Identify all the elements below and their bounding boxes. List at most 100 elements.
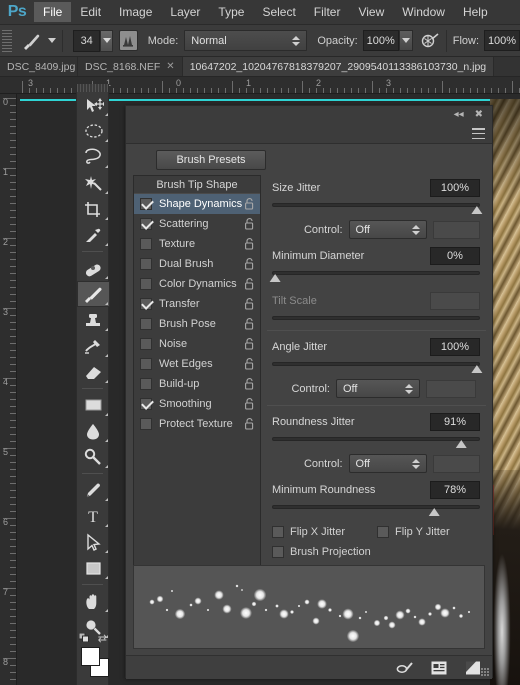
opacity-field[interactable]: 100% bbox=[362, 30, 399, 51]
pen-tool[interactable] bbox=[77, 477, 110, 503]
document-tab[interactable]: 10647202_10204767818379207_2909540113386… bbox=[182, 57, 495, 76]
lock-icon[interactable] bbox=[245, 218, 254, 230]
brush-option-protect-texture[interactable]: Protect Texture bbox=[134, 414, 260, 434]
brush-preview-toggle-icon[interactable] bbox=[396, 660, 414, 676]
flip-y-jitter-checkbox[interactable] bbox=[377, 526, 390, 538]
crop-tool[interactable] bbox=[77, 196, 110, 222]
roundness-jitter-slider[interactable] bbox=[272, 435, 480, 448]
brush-panel-icon[interactable] bbox=[118, 30, 138, 51]
angle-jitter-value[interactable]: 100% bbox=[430, 338, 480, 356]
swap-colors-icon[interactable]: ⇄ bbox=[98, 632, 107, 645]
brush-option-scattering[interactable]: Scattering bbox=[134, 214, 260, 234]
opacity-dropdown-arrow[interactable] bbox=[398, 30, 414, 51]
brush-option-checkbox[interactable] bbox=[140, 418, 152, 430]
menu-item-edit[interactable]: Edit bbox=[71, 2, 110, 22]
lock-icon[interactable] bbox=[245, 338, 254, 350]
menu-item-window[interactable]: Window bbox=[393, 2, 454, 22]
brush-presets-button[interactable]: Brush Presets bbox=[156, 150, 266, 170]
brush-option-checkbox[interactable] bbox=[140, 258, 152, 270]
brush-option-noise[interactable]: Noise bbox=[134, 334, 260, 354]
brush-tip-shape-header[interactable]: Brush Tip Shape bbox=[134, 176, 260, 194]
menu-item-file[interactable]: File bbox=[34, 2, 72, 22]
lock-icon[interactable] bbox=[245, 378, 254, 390]
lock-icon[interactable] bbox=[245, 258, 254, 270]
brush-option-texture[interactable]: Texture bbox=[134, 234, 260, 254]
clone-stamp-tool[interactable] bbox=[77, 307, 110, 333]
menu-item-help[interactable]: Help bbox=[454, 2, 497, 22]
brush-option-checkbox[interactable] bbox=[140, 298, 152, 310]
close-icon[interactable]: ✖ bbox=[475, 109, 483, 120]
lock-icon[interactable] bbox=[245, 278, 254, 290]
brush-projection-checkbox[interactable] bbox=[272, 546, 284, 558]
minimum-diameter-slider[interactable] bbox=[269, 269, 480, 282]
brush-option-checkbox[interactable] bbox=[140, 218, 152, 230]
brush-preset-dropdown-arrow[interactable] bbox=[48, 38, 57, 43]
collapse-icon[interactable]: ◂◂ bbox=[454, 109, 464, 120]
menu-item-image[interactable]: Image bbox=[110, 2, 161, 22]
airbrush-icon[interactable] bbox=[419, 29, 439, 53]
menu-item-filter[interactable]: Filter bbox=[305, 2, 350, 22]
brush-tool[interactable] bbox=[77, 281, 110, 307]
brush-option-smoothing[interactable]: Smoothing bbox=[134, 394, 260, 414]
menu-item-view[interactable]: View bbox=[349, 2, 393, 22]
panel-menu-icon[interactable] bbox=[472, 128, 485, 139]
path-selection-tool[interactable] bbox=[77, 529, 110, 555]
brush-option-checkbox[interactable] bbox=[140, 278, 152, 290]
roundness-control-select[interactable]: Off bbox=[348, 454, 428, 473]
roundness-jitter-value[interactable]: 91% bbox=[430, 413, 480, 431]
tools-panel-grip[interactable] bbox=[77, 84, 108, 92]
resize-grip-icon[interactable] bbox=[481, 668, 490, 677]
brush-option-build-up[interactable]: Build-up bbox=[134, 374, 260, 394]
menu-item-type[interactable]: Type bbox=[209, 2, 253, 22]
minimum-diameter-value[interactable]: 0% bbox=[430, 247, 480, 265]
options-bar-grip[interactable] bbox=[2, 29, 13, 52]
new-preset-icon[interactable] bbox=[430, 660, 448, 676]
size-control-select[interactable]: Off bbox=[348, 220, 428, 239]
panel-title-bar[interactable]: ◂◂ ✖ bbox=[126, 106, 492, 123]
lock-icon[interactable] bbox=[245, 198, 254, 210]
brush-option-shape-dynamics[interactable]: Shape Dynamics bbox=[134, 194, 260, 214]
brush-option-dual-brush[interactable]: Dual Brush bbox=[134, 254, 260, 274]
lock-icon[interactable] bbox=[245, 398, 254, 410]
lock-icon[interactable] bbox=[245, 298, 254, 310]
foreground-color-swatch[interactable] bbox=[81, 647, 100, 666]
brush-size-field[interactable]: 34 bbox=[72, 29, 101, 52]
magic-wand-tool[interactable] bbox=[77, 170, 110, 196]
brush-option-checkbox[interactable] bbox=[140, 358, 152, 370]
minimum-roundness-slider[interactable] bbox=[272, 503, 480, 516]
minimum-roundness-value[interactable]: 78% bbox=[430, 481, 480, 499]
hand-tool[interactable] bbox=[77, 588, 110, 614]
brush-option-color-dynamics[interactable]: Color Dynamics bbox=[134, 274, 260, 294]
brush-option-checkbox[interactable] bbox=[140, 198, 152, 210]
brush-option-transfer[interactable]: Transfer bbox=[134, 294, 260, 314]
default-colors-icon[interactable] bbox=[79, 633, 89, 642]
lock-icon[interactable] bbox=[245, 238, 254, 250]
flow-field[interactable]: 100% bbox=[484, 30, 520, 51]
vertical-ruler[interactable]: 0 1 2 3 4 5 6 7 8 bbox=[0, 94, 17, 685]
lock-icon[interactable] bbox=[245, 358, 254, 370]
history-brush-tool[interactable] bbox=[77, 333, 110, 359]
blur-tool[interactable] bbox=[77, 418, 110, 444]
flip-x-jitter-checkbox[interactable] bbox=[272, 526, 284, 538]
gradient-tool[interactable] bbox=[77, 392, 110, 418]
type-tool[interactable]: T bbox=[77, 503, 110, 529]
lasso-tool[interactable] bbox=[77, 144, 110, 170]
brush-option-checkbox[interactable] bbox=[140, 318, 152, 330]
spot-healing-brush-tool[interactable] bbox=[77, 255, 110, 281]
blend-mode-select[interactable]: Normal bbox=[184, 30, 308, 51]
brush-option-wet-edges[interactable]: Wet Edges bbox=[134, 354, 260, 374]
brush-size-stepper[interactable] bbox=[100, 29, 113, 52]
brush-option-checkbox[interactable] bbox=[140, 398, 152, 410]
menu-item-layer[interactable]: Layer bbox=[161, 2, 209, 22]
rectangle-tool[interactable] bbox=[77, 555, 110, 581]
brush-option-checkbox[interactable] bbox=[140, 378, 152, 390]
angle-jitter-slider[interactable] bbox=[272, 360, 483, 373]
document-tab[interactable]: DSC_8409.jpg✕ bbox=[0, 57, 78, 76]
brush-option-checkbox[interactable] bbox=[140, 338, 152, 350]
lock-icon[interactable] bbox=[245, 318, 254, 330]
lock-icon[interactable] bbox=[245, 418, 254, 430]
brush-option-brush-pose[interactable]: Brush Pose bbox=[134, 314, 260, 334]
brush-option-checkbox[interactable] bbox=[140, 238, 152, 250]
brush-icon[interactable] bbox=[20, 28, 44, 54]
eraser-tool[interactable] bbox=[77, 359, 110, 385]
